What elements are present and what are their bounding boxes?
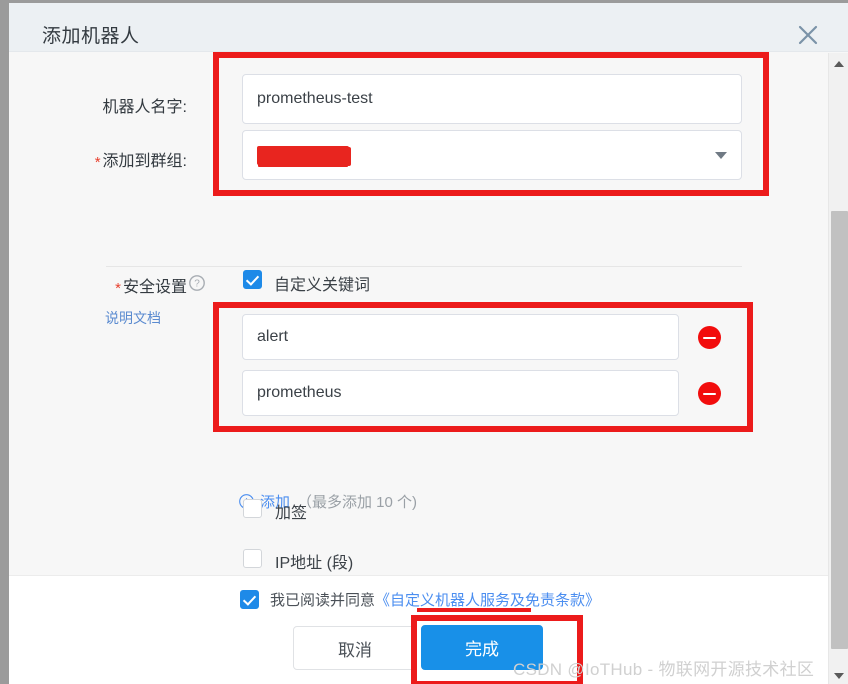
scroll-up-arrow-icon[interactable] [829,55,848,73]
close-icon[interactable] [797,24,819,46]
chevron-down-icon [715,152,727,159]
vertical-scrollbar[interactable] [828,53,848,684]
documentation-link[interactable]: 说明文档 [105,308,161,328]
group-select[interactable] [242,130,742,180]
security-settings-label: * 安全设置 [42,273,187,297]
agreement-row: 我已阅读并同意 《自定义机器人服务及免责条款》 [240,589,600,610]
robot-name-input[interactable]: prometheus-test [242,74,742,124]
watermark: CSDN @IoTHub - 物联网开源技术社区 [513,660,815,679]
add-keyword-hint: （最多添加 10 个) [297,494,418,511]
section-divider [106,266,742,267]
dialog-body: 机器人名字: prometheus-test * 添加到群组: * 安全设置 ? 说… [9,53,830,575]
required-marker: * [94,154,101,171]
checkbox-ip-address-label: IP地址 (段) [275,555,354,572]
keyword-value-1: alert [257,328,289,345]
remove-keyword-button-1[interactable] [698,326,721,349]
page-title: 添加机器人 [42,26,140,47]
scroll-down-arrow-icon[interactable] [829,667,848,684]
scrollbar-thumb[interactable] [831,211,848,649]
add-robot-dialog: 添加机器人 机器人名字: prometheus-test * 添加到群组: * 安全… [0,0,848,684]
keyword-input-2[interactable]: prometheus [242,370,679,416]
robot-name-value: prometheus-test [257,90,373,107]
cancel-button[interactable]: 取消 [293,626,417,670]
required-marker: * [115,280,121,297]
add-keyword-button[interactable]: 添加 （最多添加 10 个) [239,491,417,512]
checkbox-custom-keyword-label: 自定义关键词 [274,277,371,294]
checkbox-signature[interactable] [243,499,262,518]
checkbox-custom-keyword[interactable] [243,270,262,289]
keyword-input-1[interactable]: alert [242,314,679,360]
svg-text:?: ? [194,279,200,290]
robot-name-label: 机器人名字: [102,99,187,116]
agreement-text: 我已阅读并同意 [270,592,376,609]
question-circle-icon[interactable]: ? [189,275,205,291]
remove-keyword-button-2[interactable] [698,382,721,405]
agreement-terms-link[interactable]: 《自定义机器人服务及免责条款》 [375,589,600,610]
checkbox-agreement[interactable] [240,590,259,609]
annotation-underline-terms [417,608,531,612]
keyword-value-2: prometheus [257,384,342,401]
dialog-header: 添加机器人 [9,3,848,52]
group-label: * 添加到群组: [31,147,187,171]
group-label-text: 添加到群组: [102,153,187,170]
checkbox-ip-address[interactable] [243,549,262,568]
redacted-group-value [257,145,349,165]
checkbox-signature-label: 加签 [275,505,308,522]
security-label-text: 安全设置 [122,279,187,296]
